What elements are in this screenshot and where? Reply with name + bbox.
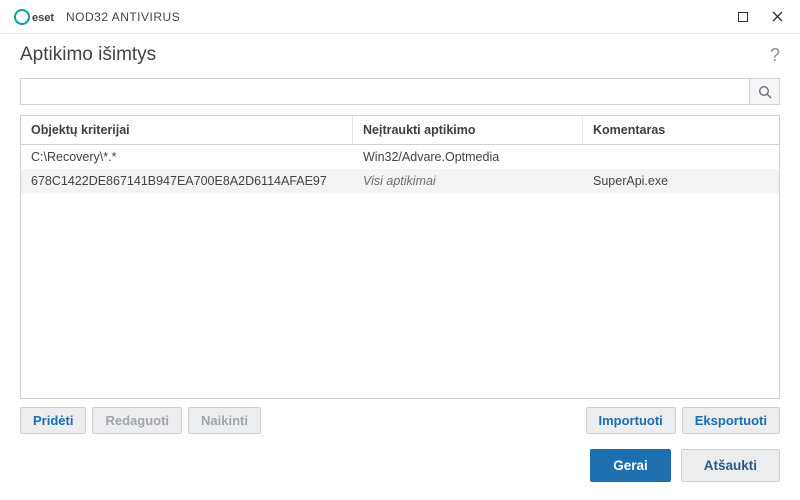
- search-row: [20, 78, 780, 105]
- ok-button[interactable]: Gerai: [590, 449, 671, 482]
- toolbar-right: Importuoti Eksportuoti: [586, 407, 781, 434]
- edit-button[interactable]: Redaguoti: [92, 407, 182, 434]
- export-button[interactable]: Eksportuoti: [682, 407, 780, 434]
- page-title: Aptikimo išimtys: [20, 44, 156, 66]
- column-header-comment[interactable]: Komentaras: [583, 116, 779, 144]
- column-header-exclude[interactable]: Neįtraukti aptikimo: [353, 116, 583, 144]
- window-controls: [728, 5, 792, 29]
- cell-criteria: 678C1422DE867141B947EA700E8A2D6114AFAE97: [21, 169, 353, 193]
- search-button[interactable]: [749, 79, 779, 104]
- toolbar: Pridėti Redaguoti Naikinti Importuoti Ek…: [20, 407, 780, 434]
- cancel-button[interactable]: Atšaukti: [681, 449, 780, 482]
- delete-button[interactable]: Naikinti: [188, 407, 261, 434]
- footer: Gerai Atšaukti: [570, 431, 800, 482]
- add-button[interactable]: Pridėti: [20, 407, 86, 434]
- maximize-icon: [738, 12, 748, 22]
- svg-text:eset: eset: [32, 12, 54, 24]
- cell-comment: [583, 145, 779, 169]
- help-icon[interactable]: ?: [770, 45, 780, 66]
- search-input[interactable]: [21, 79, 749, 104]
- content: Objektų kriterijai Neįtraukti aptikimo K…: [0, 78, 800, 434]
- titlebar-left: eset NOD32 ANTIVIRUS: [14, 9, 180, 25]
- close-button[interactable]: [762, 5, 792, 29]
- cell-exclude: Visi aptikimai: [353, 169, 583, 193]
- cell-exclude: Win32/Advare.Optmedia: [353, 145, 583, 169]
- toolbar-left: Pridėti Redaguoti Naikinti: [20, 407, 261, 434]
- column-header-criteria[interactable]: Objektų kriterijai: [21, 116, 353, 144]
- cell-comment: SuperApi.exe: [583, 169, 779, 193]
- table-body: C:\Recovery\*.*Win32/Advare.Optmedia678C…: [21, 145, 779, 193]
- search-icon: [758, 85, 772, 99]
- header: Aptikimo išimtys ?: [0, 34, 800, 78]
- table-header: Objektų kriterijai Neįtraukti aptikimo K…: [21, 116, 779, 145]
- maximize-button[interactable]: [728, 5, 758, 29]
- import-button[interactable]: Importuoti: [586, 407, 676, 434]
- cell-criteria: C:\Recovery\*.*: [21, 145, 353, 169]
- table-row[interactable]: C:\Recovery\*.*Win32/Advare.Optmedia: [21, 145, 779, 169]
- eset-logo-icon: eset: [14, 9, 58, 25]
- exclusions-table: Objektų kriterijai Neįtraukti aptikimo K…: [20, 115, 780, 399]
- close-icon: [772, 11, 783, 22]
- titlebar: eset NOD32 ANTIVIRUS: [0, 0, 800, 34]
- table-row[interactable]: 678C1422DE867141B947EA700E8A2D6114AFAE97…: [21, 169, 779, 193]
- product-name: NOD32 ANTIVIRUS: [66, 10, 180, 24]
